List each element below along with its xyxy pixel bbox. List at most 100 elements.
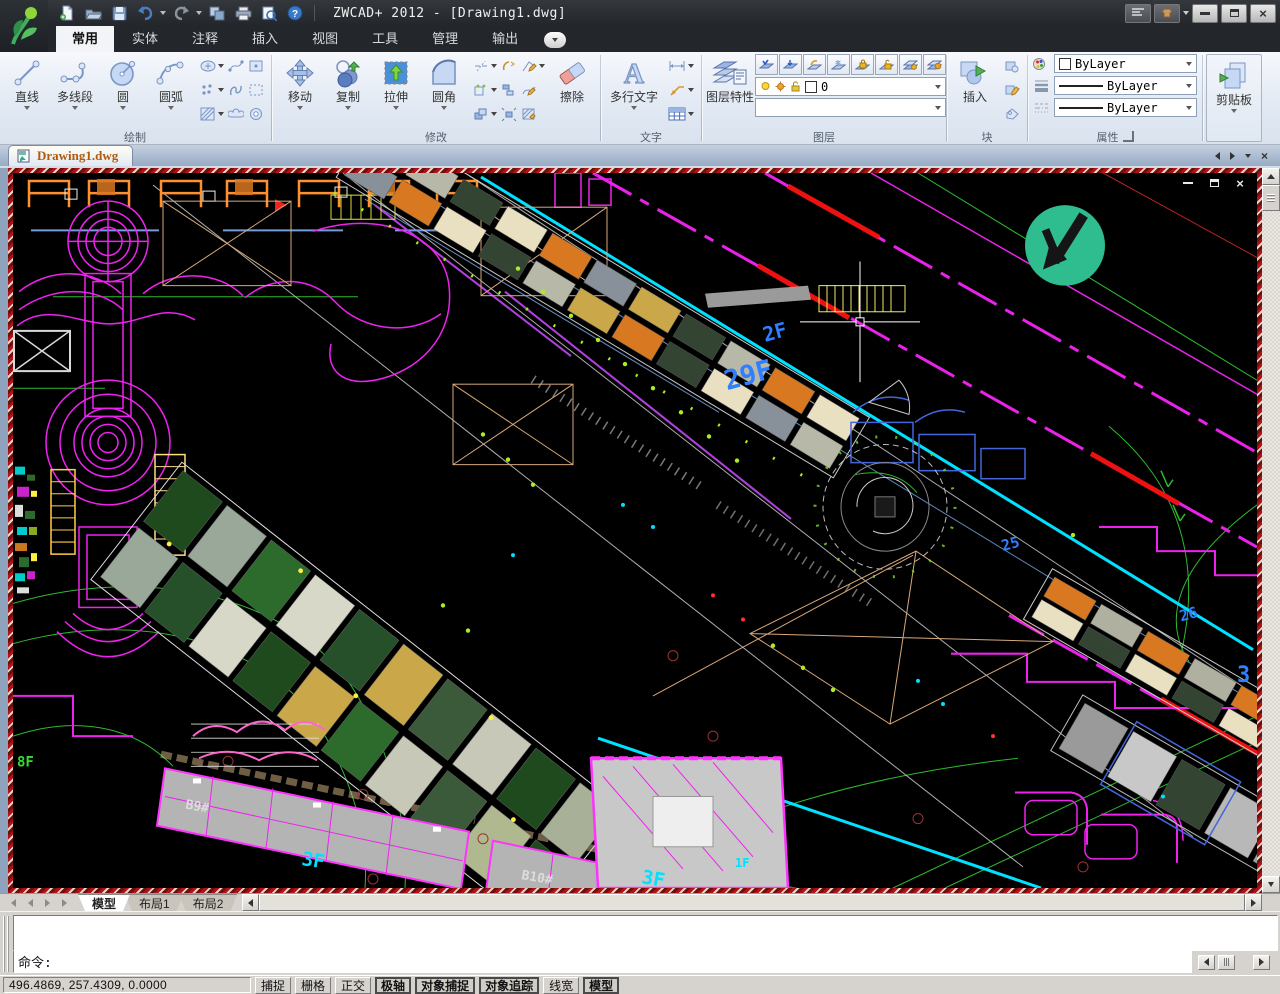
scroll-right-button[interactable]	[1245, 894, 1262, 911]
copy-button[interactable]: 复制	[325, 54, 371, 112]
skin-button[interactable]	[1154, 4, 1180, 23]
layer-lock-button[interactable]	[851, 54, 874, 75]
tab-insert[interactable]: 插入	[236, 24, 294, 52]
polyline-nodes-button[interactable]	[226, 58, 246, 74]
vertical-scrollbar[interactable]	[1262, 168, 1280, 893]
tab-scroll-right-button[interactable]	[1230, 152, 1235, 160]
layer-select[interactable]: 0	[755, 77, 946, 96]
tab-annotate[interactable]: 注释	[176, 24, 234, 52]
edit-polyline-button[interactable]	[519, 58, 547, 74]
layer-freeze-button[interactable]	[827, 54, 850, 75]
tab-close-button[interactable]: ×	[1261, 150, 1268, 162]
layer-isolate-button[interactable]	[899, 54, 922, 75]
donut-button[interactable]	[246, 106, 266, 122]
stretch-button[interactable]: 拉伸	[373, 54, 419, 112]
preview-button[interactable]	[258, 3, 280, 23]
tab-tools[interactable]: 工具	[356, 24, 414, 52]
polar-toggle[interactable]: 极轴	[375, 977, 411, 994]
child-restore-button[interactable]	[1207, 177, 1221, 189]
move-button[interactable]: 移动	[277, 54, 323, 112]
mtext-button[interactable]: A 多行文字	[606, 54, 662, 112]
undo-button[interactable]	[134, 3, 156, 23]
array-button[interactable]	[471, 106, 499, 122]
layout1-tab[interactable]: 布局1	[125, 894, 184, 911]
color-select[interactable]: ByLayer	[1054, 54, 1197, 73]
redo-button[interactable]	[170, 3, 192, 23]
snap-toggle[interactable]: 捕捉	[255, 977, 291, 994]
horizontal-scroll-thumb[interactable]	[259, 894, 1245, 911]
insert-block-button[interactable]: 插入	[952, 54, 998, 106]
table-button[interactable]	[666, 106, 696, 122]
cmd-scroll-right-button[interactable]	[1253, 955, 1270, 970]
minimize-button[interactable]	[1192, 4, 1218, 23]
scroll-left-button[interactable]	[242, 894, 259, 911]
ribbon-collapse-button[interactable]	[544, 32, 566, 48]
osnap-toggle[interactable]: 对象捕捉	[415, 977, 475, 994]
tab-home[interactable]: 常用	[56, 24, 114, 52]
grid-toggle[interactable]: 栅格	[295, 977, 331, 994]
next-tab-button[interactable]	[40, 896, 55, 910]
child-minimize-button[interactable]	[1181, 177, 1195, 189]
align-button[interactable]	[499, 82, 519, 98]
save-button[interactable]	[108, 3, 130, 23]
restore-button[interactable]	[1221, 4, 1247, 23]
redo-dropdown[interactable]	[196, 11, 202, 15]
tab-list-button[interactable]	[1245, 154, 1251, 158]
hatch-button[interactable]	[198, 106, 226, 122]
create-block-button[interactable]	[1002, 58, 1022, 74]
menu-list-button[interactable]	[1125, 4, 1151, 23]
first-tab-button[interactable]	[6, 896, 21, 910]
dimension-button[interactable]	[666, 58, 696, 74]
edit-hatch-button[interactable]	[519, 106, 547, 122]
edit-spline-button[interactable]	[519, 82, 547, 98]
polyline-button[interactable]: 多线段	[52, 54, 98, 112]
cmd-scroll-thumb[interactable]	[1218, 955, 1235, 970]
scroll-up-button[interactable]	[1262, 168, 1280, 185]
tab-output[interactable]: 输出	[476, 24, 534, 52]
properties-dialog-launcher[interactable]	[1123, 131, 1134, 142]
rectangle-button[interactable]	[246, 58, 266, 74]
command-window-grip[interactable]	[1, 916, 11, 972]
fillet-button[interactable]: 圆角	[421, 54, 467, 112]
layer-on-button[interactable]	[755, 54, 778, 75]
clipboard-button[interactable]: 剪贴板	[1211, 57, 1257, 115]
edit-block-button[interactable]	[1002, 82, 1022, 98]
app-logo-icon[interactable]	[0, 0, 48, 52]
layer-thaw-button[interactable]	[803, 54, 826, 75]
tab-solid[interactable]: 实体	[116, 24, 174, 52]
layer-state-select[interactable]	[755, 98, 946, 117]
cmd-scroll-left-button[interactable]	[1198, 955, 1215, 970]
erase-button[interactable]: 擦除	[549, 54, 595, 106]
revision-cloud-button[interactable]	[226, 106, 246, 122]
layer-properties-button[interactable]: 图层特性	[707, 54, 753, 106]
circle-button[interactable]: 圆	[100, 54, 146, 112]
leader-button[interactable]	[666, 82, 696, 98]
tab-manage[interactable]: 管理	[416, 24, 474, 52]
boundary-button[interactable]	[246, 82, 266, 98]
vertical-scroll-thumb[interactable]	[1262, 185, 1280, 211]
layout2-tab[interactable]: 布局2	[179, 894, 238, 911]
horizontal-scrollbar[interactable]	[242, 894, 1262, 911]
publish-button[interactable]	[206, 3, 228, 23]
close-button[interactable]: ×	[1250, 4, 1276, 23]
skin-dropdown[interactable]	[1183, 11, 1189, 15]
linetype-select[interactable]: ByLayer	[1054, 98, 1197, 117]
print-button[interactable]	[232, 3, 254, 23]
mirror-button[interactable]	[499, 58, 519, 74]
trim-button[interactable]	[471, 58, 499, 74]
help-button[interactable]: ?	[284, 3, 306, 23]
model-tab[interactable]: 模型	[78, 894, 130, 911]
model-space-toggle[interactable]: 模型	[583, 977, 619, 994]
lineweight-select[interactable]: ByLayer	[1054, 76, 1197, 95]
new-file-button[interactable]	[56, 3, 78, 23]
layer-off-button[interactable]	[779, 54, 802, 75]
otrack-toggle[interactable]: 对象追踪	[479, 977, 539, 994]
drawing-canvas[interactable]: ×	[13, 173, 1257, 888]
ellipse-button[interactable]	[198, 58, 226, 74]
spline-button[interactable]	[226, 82, 246, 98]
scroll-down-button[interactable]	[1262, 876, 1280, 893]
tab-scroll-left-button[interactable]	[1215, 152, 1220, 160]
open-button[interactable]	[82, 3, 104, 23]
last-tab-button[interactable]	[57, 896, 72, 910]
layer-unlock-button[interactable]	[875, 54, 898, 75]
